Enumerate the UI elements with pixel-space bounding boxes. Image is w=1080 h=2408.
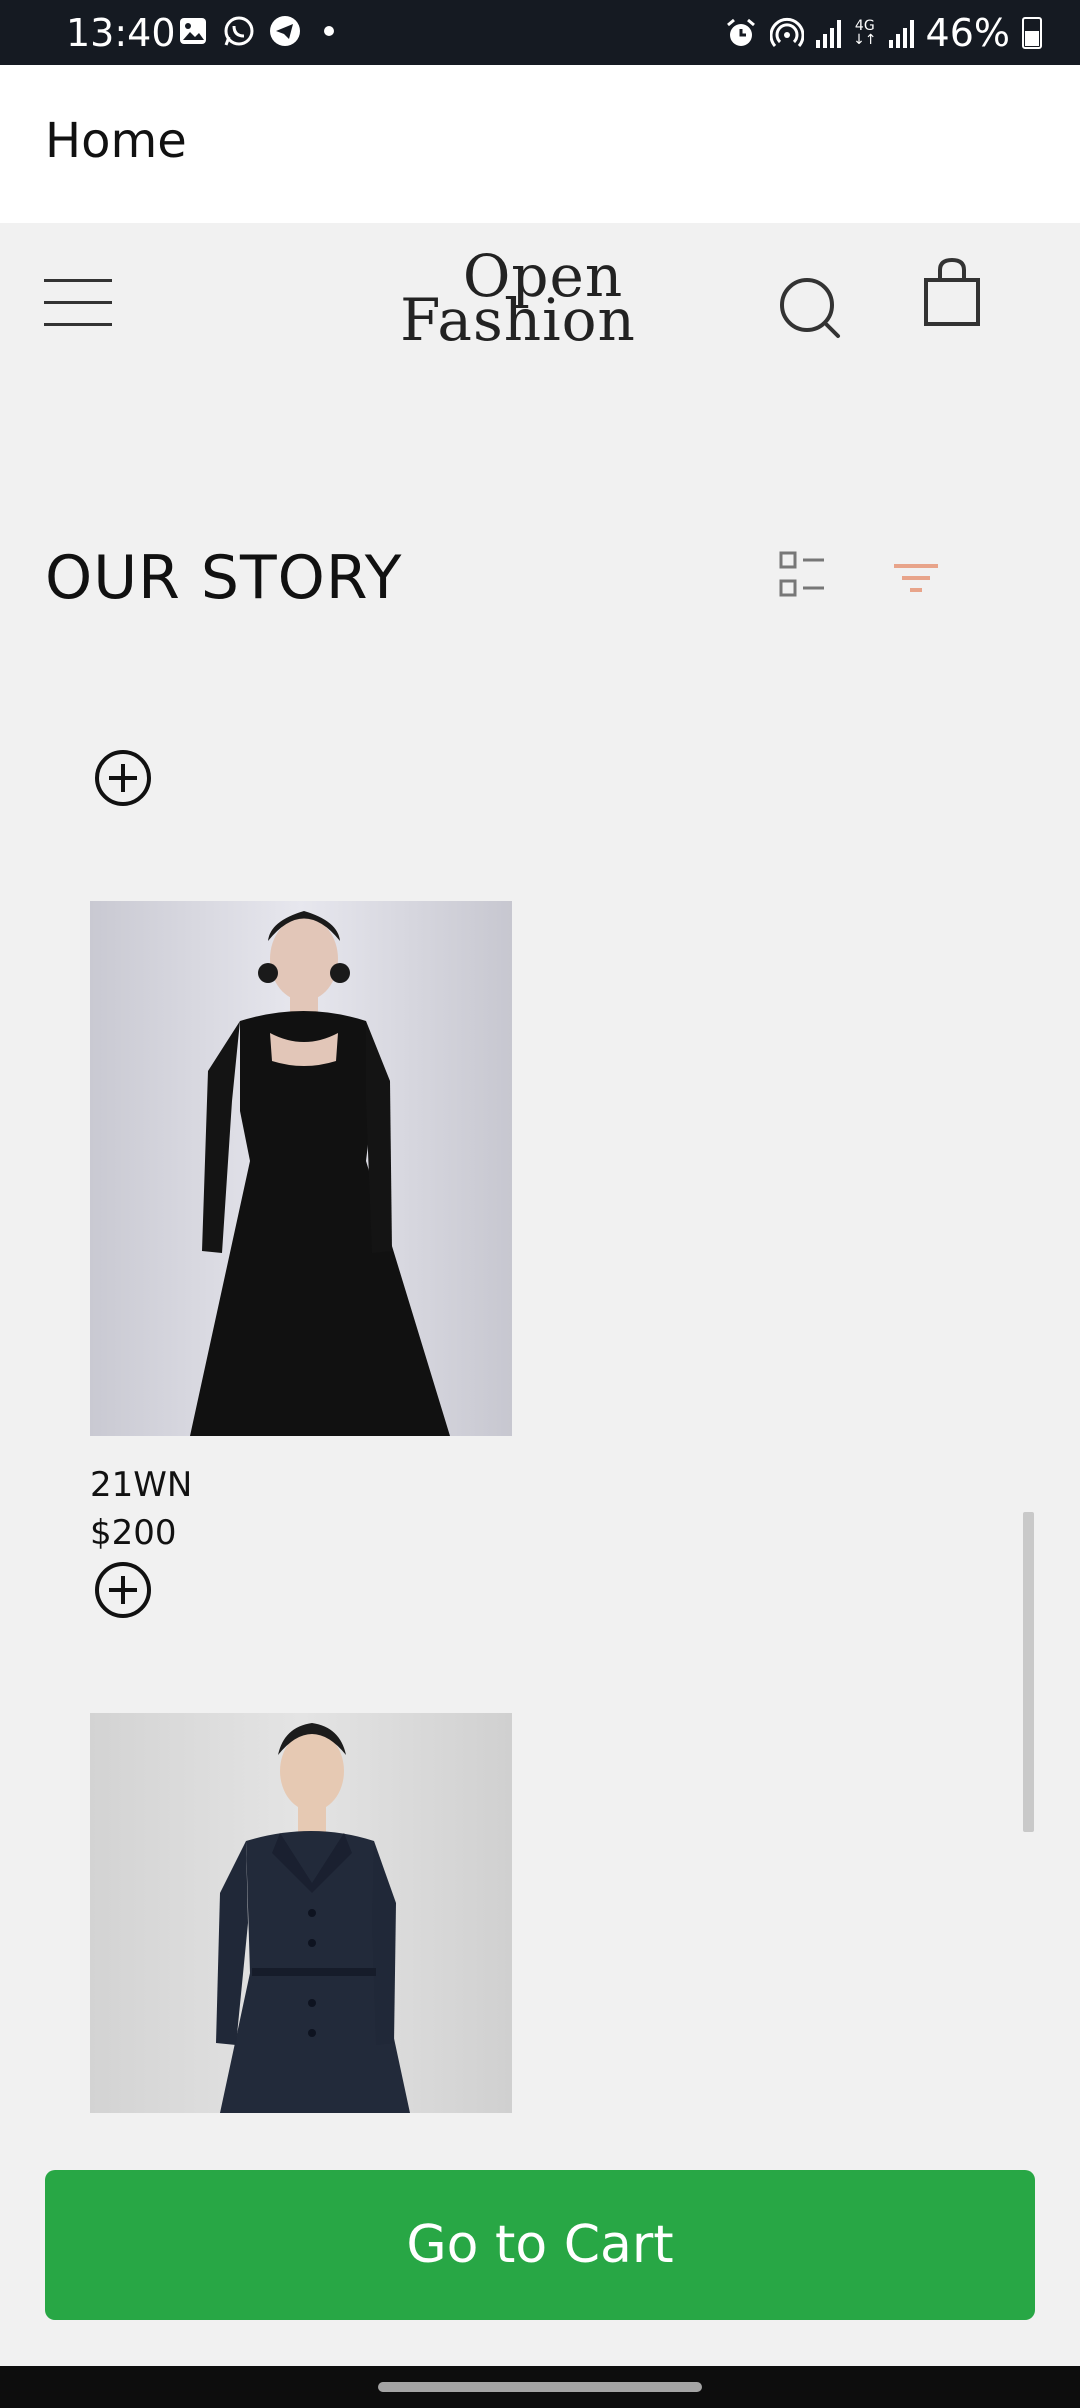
alarm-icon xyxy=(724,16,758,50)
section-title: OUR STORY xyxy=(45,543,403,613)
network-label: 4G xyxy=(854,18,875,34)
scrollbar[interactable] xyxy=(1023,1512,1034,1832)
system-navigation-bar xyxy=(0,2366,1080,2408)
network-4g-icon: 4G ↓↑ xyxy=(853,18,877,48)
image-icon xyxy=(176,14,210,48)
hotspot-icon xyxy=(770,16,805,50)
logo-line2: Fashion xyxy=(400,286,636,354)
page-title: Home xyxy=(45,113,187,169)
home-gesture-handle[interactable] xyxy=(378,2382,702,2392)
product-price: $200 xyxy=(90,1513,177,1553)
battery-percent: 46% xyxy=(925,11,1010,55)
add-to-cart-icon[interactable] xyxy=(93,1560,153,1620)
product-image[interactable] xyxy=(90,901,512,1436)
logo[interactable]: Open Fashion xyxy=(398,247,638,354)
system-status: 4G ↓↑ 46% xyxy=(724,8,1042,58)
battery-icon xyxy=(1022,17,1042,49)
signal-icon xyxy=(888,18,914,48)
product-name: 21WN xyxy=(90,1465,193,1505)
whatsapp-icon xyxy=(222,14,256,48)
status-time: 13:40 xyxy=(66,11,176,55)
search-icon[interactable] xyxy=(778,275,844,341)
dot-icon xyxy=(324,26,334,36)
add-to-cart-icon[interactable] xyxy=(93,748,153,808)
shopping-bag-icon[interactable] xyxy=(918,257,988,328)
product-image[interactable] xyxy=(90,1713,512,2113)
app-bar: Home xyxy=(0,65,1080,223)
signal-icon xyxy=(816,18,842,48)
go-to-cart-button[interactable]: Go to Cart xyxy=(45,2170,1035,2320)
telegram-icon xyxy=(268,14,302,48)
list-view-icon[interactable] xyxy=(778,550,828,600)
filter-icon[interactable] xyxy=(890,558,942,598)
menu-icon[interactable] xyxy=(44,279,112,329)
notification-icons xyxy=(176,14,334,48)
status-bar: 13:40 4G ↓↑ 46% xyxy=(0,0,1080,65)
